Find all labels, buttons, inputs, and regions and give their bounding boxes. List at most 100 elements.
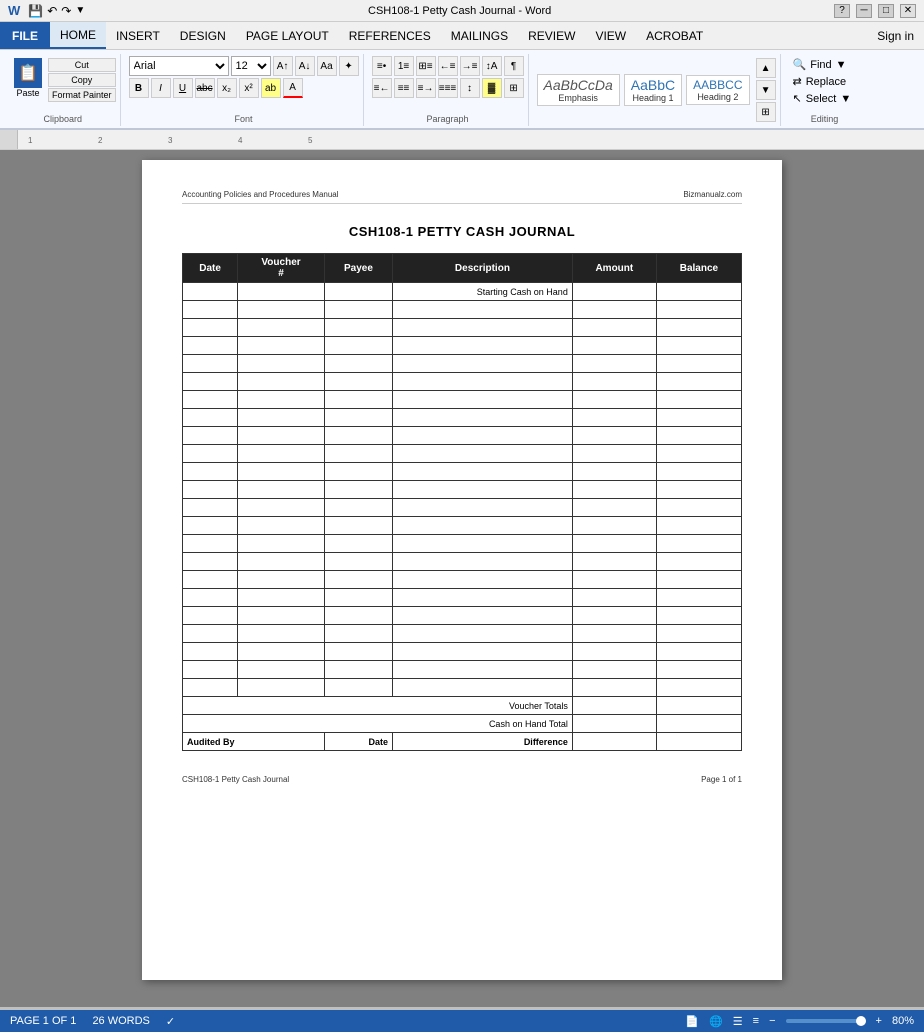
font-size-select[interactable]: 12 bbox=[231, 56, 271, 76]
increase-font-btn[interactable]: A↑ bbox=[273, 56, 293, 76]
strikethrough-button[interactable]: abc bbox=[195, 78, 215, 98]
clear-formatting-btn[interactable]: ✦ bbox=[339, 56, 359, 76]
styles-down-btn[interactable]: ▼ bbox=[756, 80, 776, 100]
format-painter-button[interactable]: Format Painter bbox=[48, 88, 116, 102]
highlight-button[interactable]: ab bbox=[261, 78, 281, 98]
mailings-menu[interactable]: MAILINGS bbox=[441, 22, 518, 49]
sort-btn[interactable]: ↕A bbox=[482, 56, 502, 76]
align-right-btn[interactable]: ≡→ bbox=[416, 78, 436, 98]
balance-cell bbox=[656, 283, 741, 301]
clipboard-label: Clipboard bbox=[44, 112, 83, 124]
justify-btn[interactable]: ≡≡≡ bbox=[438, 78, 458, 98]
zoom-plus-btn[interactable]: + bbox=[876, 1015, 882, 1027]
line-spacing-btn[interactable]: ↕ bbox=[460, 78, 480, 98]
table-row bbox=[183, 517, 742, 535]
multilevel-btn[interactable]: ⊞≡ bbox=[416, 56, 436, 76]
page-info: PAGE 1 OF 1 bbox=[10, 1015, 76, 1028]
cash-on-hand-balance bbox=[656, 715, 741, 733]
save-icon[interactable]: 💾 bbox=[28, 4, 43, 18]
decrease-indent-btn[interactable]: ←≡ bbox=[438, 56, 458, 76]
quick-access-toolbar: W 💾 ↶ ↷ ▼ bbox=[8, 3, 85, 18]
change-case-btn[interactable]: Aa bbox=[317, 56, 337, 76]
decrease-font-btn[interactable]: A↓ bbox=[295, 56, 315, 76]
align-left-btn[interactable]: ≡← bbox=[372, 78, 392, 98]
table-row bbox=[183, 301, 742, 319]
page-layout-menu[interactable]: PAGE LAYOUT bbox=[236, 22, 339, 49]
paste-button[interactable]: 📋 Paste bbox=[10, 56, 46, 100]
status-right: 📄 🌐 ☰ ≡ − + 80% bbox=[685, 1015, 914, 1028]
style-emphasis[interactable]: AaBbCcDa Emphasis bbox=[537, 74, 620, 106]
show-formatting-btn[interactable]: ¶ bbox=[504, 56, 524, 76]
replace-btn[interactable]: ⇄ Replace bbox=[789, 73, 861, 90]
restore-btn[interactable]: □ bbox=[878, 4, 894, 18]
font-label: Font bbox=[129, 112, 359, 124]
sign-in[interactable]: Sign in bbox=[867, 22, 924, 49]
amount-cell bbox=[572, 283, 656, 301]
underline-button[interactable]: U bbox=[173, 78, 193, 98]
table-row bbox=[183, 661, 742, 679]
copy-button[interactable]: Copy bbox=[48, 73, 116, 87]
table-row bbox=[183, 319, 742, 337]
file-menu[interactable]: FILE bbox=[0, 22, 50, 49]
review-menu[interactable]: REVIEW bbox=[518, 22, 585, 49]
italic-button[interactable]: I bbox=[151, 78, 171, 98]
insert-menu[interactable]: INSERT bbox=[106, 22, 170, 49]
view-menu[interactable]: VIEW bbox=[585, 22, 636, 49]
superscript-button[interactable]: x² bbox=[239, 78, 259, 98]
table-row bbox=[183, 391, 742, 409]
borders-btn[interactable]: ⊞ bbox=[504, 78, 524, 98]
design-menu[interactable]: DESIGN bbox=[170, 22, 236, 49]
select-btn[interactable]: ↖ Select ▼ bbox=[789, 90, 861, 107]
style-heading1[interactable]: AaBbC Heading 1 bbox=[624, 74, 682, 106]
font-color-button[interactable]: A bbox=[283, 78, 303, 98]
view-draft-btn[interactable]: ≡ bbox=[753, 1015, 759, 1027]
table-row bbox=[183, 589, 742, 607]
style-heading2[interactable]: AABBCC Heading 2 bbox=[686, 75, 749, 105]
header-right: Bizmanualz.com bbox=[683, 190, 742, 199]
redo-icon[interactable]: ↷ bbox=[61, 4, 71, 18]
undo-icon[interactable]: ↶ bbox=[47, 4, 57, 18]
numbering-btn[interactable]: 1≡ bbox=[394, 56, 414, 76]
zoom-minus-btn[interactable]: − bbox=[769, 1015, 775, 1027]
emphasis-preview: AaBbCcDa bbox=[544, 77, 613, 93]
view-outline-btn[interactable]: ☰ bbox=[733, 1015, 743, 1028]
minimize-btn[interactable]: ─ bbox=[856, 4, 872, 18]
select-icon: ↖ bbox=[793, 92, 802, 105]
bullets-btn[interactable]: ≡• bbox=[372, 56, 392, 76]
journal-table: Date Voucher# Payee Description Amount B… bbox=[182, 253, 742, 751]
references-menu[interactable]: REFERENCES bbox=[339, 22, 441, 49]
subscript-button[interactable]: x₂ bbox=[217, 78, 237, 98]
close-btn[interactable]: ✕ bbox=[900, 4, 916, 18]
heading1-label: Heading 1 bbox=[632, 93, 673, 103]
dropdown-icon[interactable]: ▼ bbox=[75, 5, 85, 16]
help-btn[interactable]: ? bbox=[834, 4, 850, 18]
zoom-level[interactable]: 80% bbox=[892, 1015, 914, 1027]
acrobat-menu[interactable]: ACROBAT bbox=[636, 22, 713, 49]
header-left: Accounting Policies and Procedures Manua… bbox=[182, 190, 339, 199]
cut-button[interactable]: Cut bbox=[48, 58, 116, 72]
increase-indent-btn[interactable]: →≡ bbox=[460, 56, 480, 76]
page-footer: CSH108-1 Petty Cash Journal Page 1 of 1 bbox=[182, 771, 742, 784]
styles-more-btn[interactable]: ⊞ bbox=[756, 102, 776, 122]
status-left: PAGE 1 OF 1 26 WORDS ✓ bbox=[10, 1015, 175, 1028]
view-web-btn[interactable]: 🌐 bbox=[709, 1015, 723, 1028]
document-area: Accounting Policies and Procedures Manua… bbox=[0, 150, 924, 1007]
page-header: Accounting Policies and Procedures Manua… bbox=[182, 190, 742, 204]
proofing-icon[interactable]: ✓ bbox=[166, 1015, 175, 1028]
view-print-btn[interactable]: 📄 bbox=[685, 1015, 699, 1028]
styles-up-btn[interactable]: ▲ bbox=[756, 58, 776, 78]
difference-amount bbox=[572, 733, 656, 751]
zoom-slider[interactable] bbox=[786, 1019, 866, 1023]
align-center-btn[interactable]: ≡≡ bbox=[394, 78, 414, 98]
page: Accounting Policies and Procedures Manua… bbox=[142, 160, 782, 980]
shading-btn[interactable]: ▓ bbox=[482, 78, 502, 98]
audited-by-label: Audited By bbox=[183, 733, 325, 751]
voucher-totals-row: Voucher Totals bbox=[183, 697, 742, 715]
home-menu[interactable]: HOME bbox=[50, 22, 106, 49]
styles-group: AaBbCcDa Emphasis AaBbC Heading 1 AABBCC… bbox=[533, 54, 781, 126]
find-btn[interactable]: 🔍 Find ▼ bbox=[789, 56, 861, 73]
font-name-select[interactable]: Arial bbox=[129, 56, 229, 76]
footer-right: Page 1 of 1 bbox=[701, 775, 742, 784]
heading1-preview: AaBbC bbox=[631, 77, 675, 93]
bold-button[interactable]: B bbox=[129, 78, 149, 98]
